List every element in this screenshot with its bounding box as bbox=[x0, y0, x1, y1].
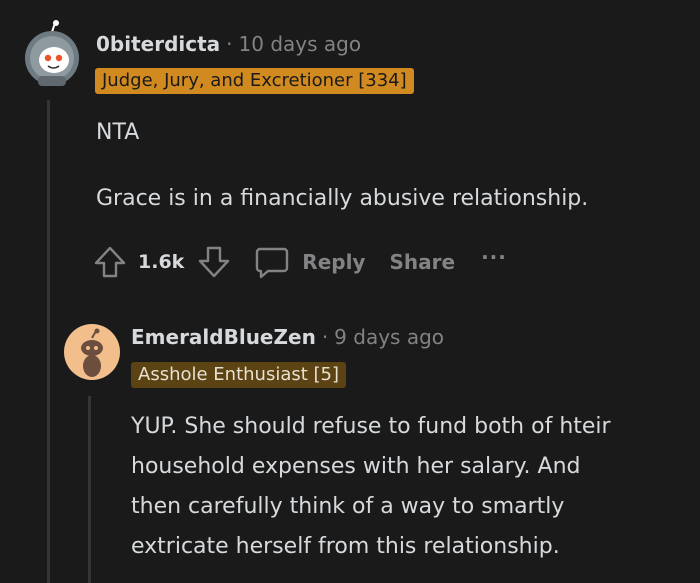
timestamp[interactable]: 9 days ago bbox=[334, 325, 444, 349]
comment-body: YUP. She should refuse to fund both of h… bbox=[131, 407, 691, 567]
username[interactable]: 0biterdicta bbox=[96, 32, 220, 56]
timestamp[interactable]: 10 days ago bbox=[239, 32, 362, 56]
comment-meta: 0biterdicta · 10 days ago bbox=[96, 30, 361, 58]
username[interactable]: EmeraldBlueZen bbox=[131, 325, 316, 349]
more-options-button[interactable]: ··· bbox=[481, 245, 507, 269]
comment-actions: 1.6k Reply Share ··· bbox=[92, 242, 507, 282]
comment-body-paragraph: Grace is in a financially abusive relati… bbox=[96, 186, 589, 211]
comment-meta: EmeraldBlueZen · 9 days ago bbox=[131, 323, 444, 351]
reply-label: Reply bbox=[302, 250, 366, 274]
thread-collapse-line-reply[interactable] bbox=[88, 396, 91, 583]
upvote-arrow-icon[interactable] bbox=[92, 244, 128, 280]
separator-dot: · bbox=[226, 32, 233, 56]
vote-score: 1.6k bbox=[138, 251, 185, 273]
user-flair: Asshole Enthusiast [5] bbox=[131, 362, 347, 388]
thread-collapse-line[interactable] bbox=[47, 100, 50, 583]
separator-dot: · bbox=[321, 325, 329, 349]
comment-thread: 0biterdicta · 10 days ago Judge, Jury, and… bbox=[0, 0, 700, 583]
user-flair: Judge, Jury, and Excretioner [334] bbox=[95, 68, 414, 94]
comment-body-line: household expenses with her salary. And bbox=[131, 454, 581, 479]
comment-body-paragraph: NTA bbox=[96, 120, 140, 145]
avatar[interactable] bbox=[24, 20, 80, 88]
share-button[interactable]: Share bbox=[389, 250, 455, 274]
comment-body-line: extricate herself from this relationship… bbox=[131, 534, 560, 559]
comment-body-line: YUP. She should refuse to fund both of h… bbox=[131, 414, 611, 439]
speech-bubble-icon bbox=[254, 244, 290, 280]
avatar[interactable] bbox=[64, 324, 120, 380]
downvote-arrow-icon[interactable] bbox=[196, 244, 232, 280]
comment-body-line: then carefully think of a way to smartly bbox=[131, 494, 565, 519]
reply-button[interactable]: Reply bbox=[254, 244, 365, 280]
